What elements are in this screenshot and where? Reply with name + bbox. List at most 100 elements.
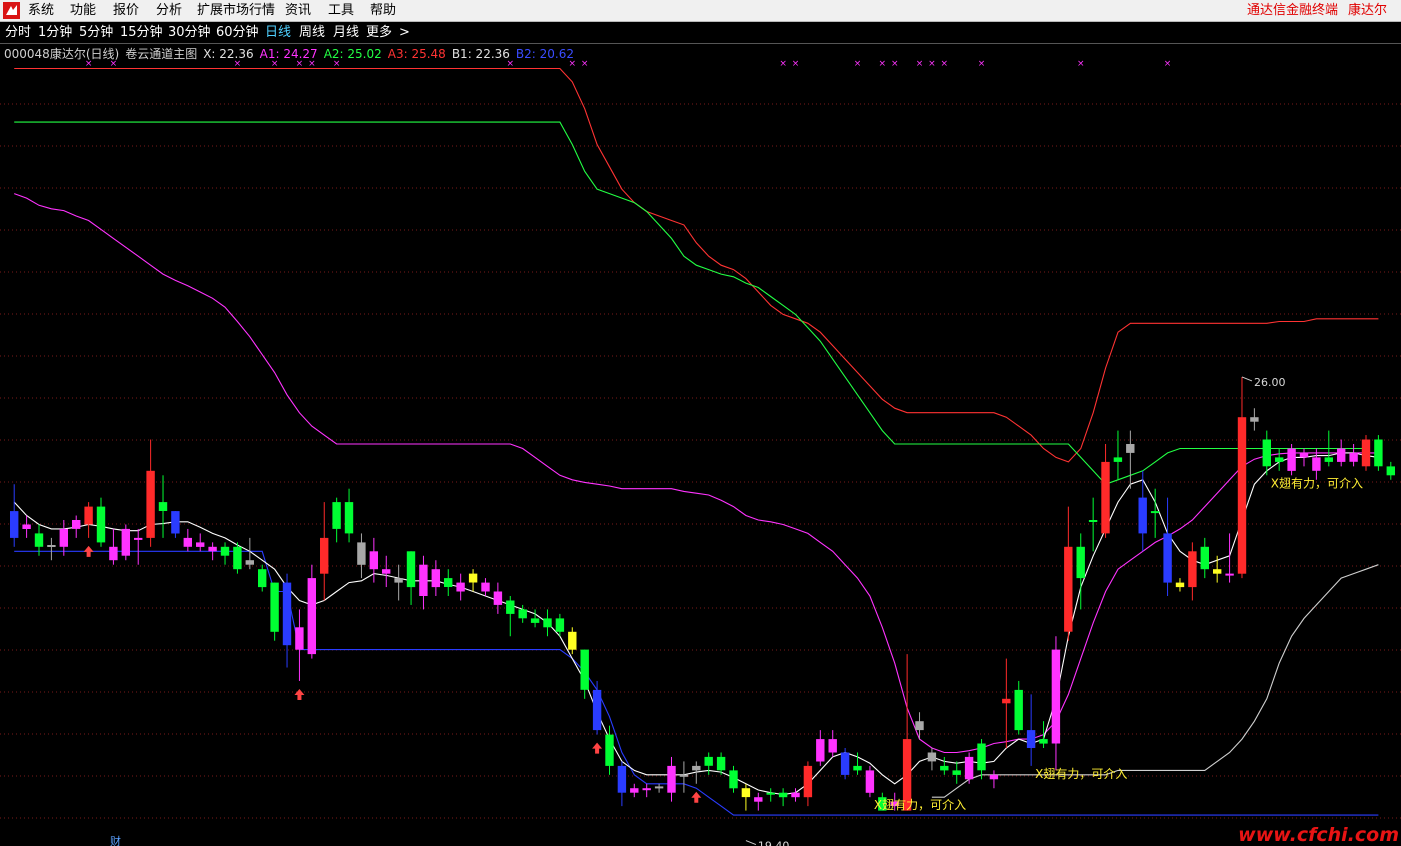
candle-body (543, 618, 552, 628)
candle-body (1002, 698, 1011, 704)
candle-body (1076, 546, 1085, 579)
series-x-line (13, 452, 1379, 796)
candle-body (977, 743, 986, 771)
tab-5min[interactable]: 5分钟 (79, 25, 113, 41)
menu-tools[interactable]: 工具 (328, 3, 354, 19)
candle-body (704, 756, 713, 766)
candle-body (72, 520, 81, 529)
kline-chart[interactable]: × × × × × × × × × × × × × × × × × × × × ×X翅有力，可介入X翅有力，可介入X翅有… (0, 44, 1401, 846)
menu-quote[interactable]: 报价 (113, 3, 139, 19)
candle-body (1163, 533, 1172, 583)
candle-body (1324, 457, 1333, 462)
app-logo-icon (3, 2, 20, 19)
tab-daily[interactable]: 日线 (265, 25, 291, 41)
candle-body (1200, 546, 1209, 570)
candle-body (1188, 551, 1197, 588)
signal-mark: × (1164, 59, 1172, 69)
candle-body (1312, 457, 1321, 471)
candle-body (630, 788, 639, 793)
candle-body (1262, 439, 1271, 467)
tab-monthly[interactable]: 月线 (333, 25, 359, 41)
candle-body (729, 770, 738, 789)
price-high-pointer (1241, 376, 1253, 382)
candle-body (96, 506, 106, 543)
candle-body (1101, 461, 1110, 534)
candle-body (1213, 569, 1222, 574)
tab-more[interactable]: 更多 (366, 25, 392, 41)
candle-body (47, 545, 56, 547)
menu-analysis[interactable]: 分析 (156, 3, 182, 19)
menu-bar: 系统 功能 报价 分析 扩展市场行情 资讯 工具 帮助 通达信金融终端 康达尔 (0, 0, 1401, 22)
value-a2: A2: 25.02 (323, 47, 382, 61)
candle-body (406, 551, 416, 588)
candle-body (134, 537, 143, 540)
more-arrow-icon[interactable]: > (399, 25, 410, 41)
tab-15min[interactable]: 15分钟 (120, 25, 163, 41)
candle-body (1250, 417, 1259, 422)
candle-body (258, 569, 267, 588)
candle-body (1138, 497, 1147, 534)
watermark: www.cfchi.com (1238, 824, 1399, 846)
signal-text: X翅有力，可介入 (1035, 766, 1127, 781)
candle-body (580, 649, 589, 690)
candle-body (220, 546, 230, 556)
candle-body (431, 569, 440, 588)
candle-body (183, 537, 192, 547)
candle-body (1051, 649, 1061, 744)
candle-body (382, 569, 391, 574)
series-b1-line (931, 564, 1379, 798)
candle-body (444, 578, 453, 587)
candle-body (865, 770, 875, 793)
candle-body (59, 528, 68, 547)
value-x: X: 22.36 (203, 47, 254, 61)
tab-30min[interactable]: 30分钟 (168, 25, 211, 41)
stock-period-name: 康达尔(日线) (49, 47, 120, 61)
candle-body (1374, 439, 1383, 467)
menu-function[interactable]: 功能 (70, 3, 96, 19)
tab-60min[interactable]: 60分钟 (216, 25, 259, 41)
stock-name: 康达尔 (1347, 3, 1387, 18)
candle-body (816, 739, 825, 762)
candle-body (158, 502, 168, 511)
candle-body (171, 511, 180, 534)
tab-weekly[interactable]: 周线 (299, 25, 325, 41)
signal-mark: × (891, 59, 899, 69)
candle-body (989, 774, 999, 780)
candle-body (803, 765, 813, 798)
signal-mark: × (779, 59, 787, 69)
candle-body (493, 591, 503, 605)
candle-body (778, 792, 788, 798)
candle-body (233, 546, 242, 570)
candle-body (605, 734, 614, 766)
candle-body (369, 551, 378, 570)
candle-body (1175, 582, 1185, 588)
buy-arrow-icon (592, 742, 603, 754)
signal-mark: × (854, 59, 862, 69)
candle-body (927, 752, 937, 762)
value-b1: B1: 22.36 (451, 47, 510, 61)
candle-body (419, 564, 428, 596)
signal-mark: × (879, 59, 887, 69)
candle-body (456, 582, 465, 592)
menu-extended-market[interactable]: 扩展市场行情 (197, 3, 275, 19)
signal-text: X翅有力，可介入 (1271, 475, 1363, 490)
candle-body (270, 582, 279, 632)
menu-system[interactable]: 系统 (28, 3, 54, 19)
candle-body (1014, 689, 1023, 731)
candle-body (1361, 439, 1371, 467)
candle-body (592, 689, 602, 731)
menu-help[interactable]: 帮助 (370, 3, 396, 19)
candle-body (555, 618, 565, 632)
candle-body (1337, 448, 1346, 462)
candle-body (716, 756, 726, 771)
candle-body (121, 528, 130, 556)
candle-body (506, 600, 515, 614)
menu-news[interactable]: 资讯 (285, 3, 311, 19)
tab-intraday[interactable]: 分时 (5, 25, 31, 41)
series-a1-line (14, 193, 1379, 754)
signal-mark: × (978, 59, 986, 69)
candle-body (940, 765, 949, 771)
candle-body (915, 721, 924, 731)
tab-1min[interactable]: 1分钟 (38, 25, 72, 41)
signal-mark: × (792, 59, 800, 69)
